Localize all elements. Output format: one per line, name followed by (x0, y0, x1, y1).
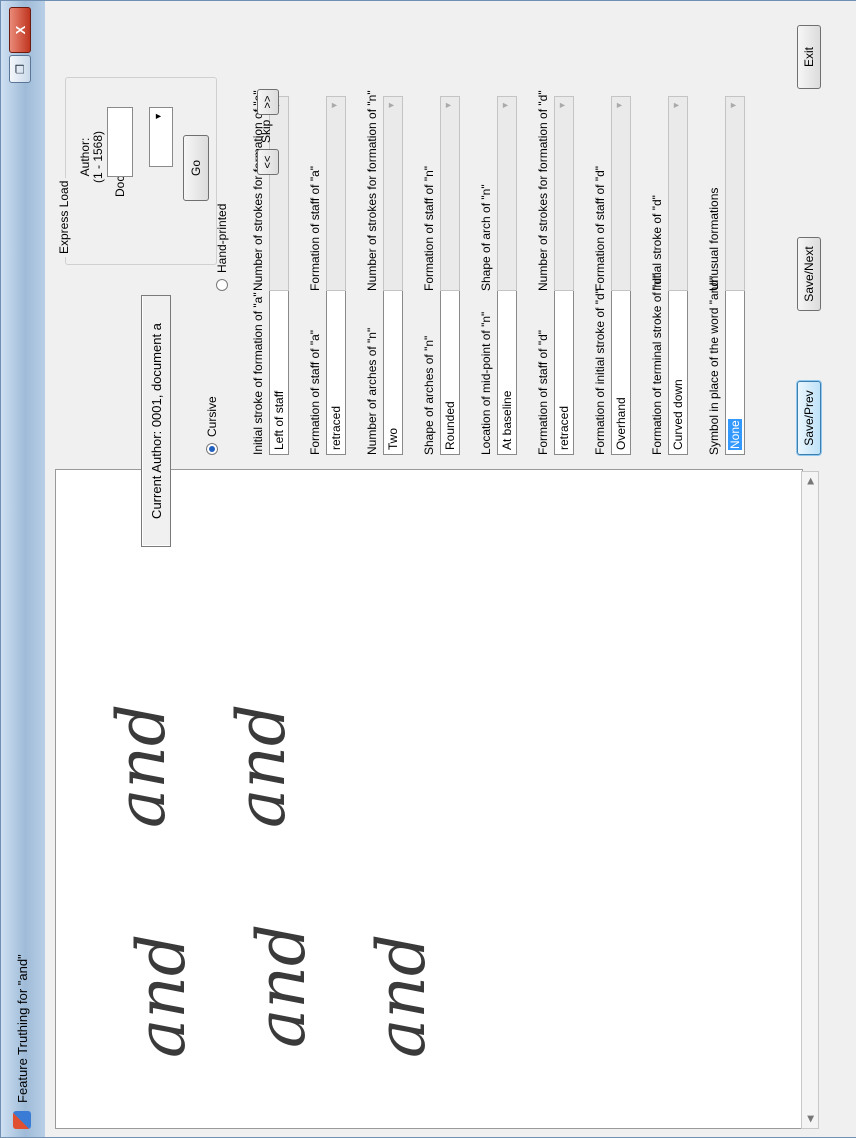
horizontal-scrollbar[interactable]: ◀ ▶ (801, 471, 819, 1129)
chevron-down-icon: ▼ (500, 101, 510, 110)
chevron-down-icon: ▼ (386, 101, 396, 110)
skip-label: Skip (259, 119, 273, 143)
cursive_fields-field-label: Number of arches of "n" (365, 327, 379, 455)
cursive_fields-field-label: Symbol in place of the word "and" (707, 275, 721, 455)
handprinted_fields-field-label: Number of strokes for formation of "n" (365, 90, 379, 291)
select-value: At baseline (500, 390, 514, 450)
handwriting-sample: and (123, 934, 200, 1058)
select-value: None (728, 419, 742, 450)
cursive_fields-field-label: Initial stroke of formation of "a" (251, 292, 265, 455)
maximize-button[interactable]: ❐ (9, 55, 31, 83)
handprinted_fields-field-label: Formation of staff of "a" (308, 165, 322, 291)
radio-selected-icon (206, 443, 218, 455)
save-prev-button[interactable]: Save/Prev (797, 381, 821, 455)
handwriting-sample: and (103, 704, 180, 828)
handwriting-sample: and (363, 934, 440, 1058)
next-button[interactable]: >> (257, 89, 279, 115)
chevron-down-icon: ▼ (671, 101, 681, 110)
cursive_fields-field-label: Formation of terminal stroke of "d" (650, 273, 664, 455)
author-range-text: (1 - 1568) (91, 130, 105, 183)
radio-unselected-icon (216, 279, 228, 291)
select-value: retraced (329, 405, 343, 450)
title-bar: Feature Truthing for "and" ❐ X (1, 1, 46, 1137)
handprinted_fields-field-select[interactable]: ▼ (383, 96, 403, 291)
app-icon (13, 1111, 31, 1129)
chevron-down-icon: ▼ (728, 101, 738, 110)
handwriting-sample: and (243, 924, 320, 1048)
chevron-down-icon: ▼ (614, 101, 624, 110)
handprinted_fields-field-select[interactable]: ▼ (326, 96, 346, 291)
handwriting-sample: and (223, 704, 300, 828)
handprinted_fields-field-label: Number of strokes for formation of "d" (536, 90, 550, 291)
chevron-down-icon: ▼ (557, 101, 567, 110)
scroll-right-icon[interactable]: ▶ (804, 474, 816, 488)
current-author-label: Current Author: 0001, document a (141, 295, 171, 547)
handprinted_fields-field-label: Formation of staff of "n" (422, 165, 436, 291)
author-input[interactable] (107, 107, 133, 177)
app-window: Feature Truthing for "and" ❐ X and and a… (0, 0, 856, 1138)
cursive_fields-field-label: Location of mid-point of "n" (479, 311, 493, 455)
handprinted_fields-field-label: Initial stroke of "d" (650, 195, 664, 291)
scroll-left-icon[interactable]: ◀ (804, 1112, 816, 1126)
chevron-down-icon: ▼ (329, 101, 339, 110)
select-value: Two (386, 427, 400, 450)
chevron-down-icon: ▼ (443, 101, 453, 110)
handprinted_fields-field-select[interactable]: ▼ (611, 96, 631, 291)
cursive-radio[interactable]: Cursive (205, 396, 219, 455)
cursive_fields-field-label: Formation of staff of "a" (308, 329, 322, 455)
handprinted_fields-field-select[interactable]: ▼ (440, 96, 460, 291)
select-value: retraced (557, 405, 571, 450)
maximize-icon: ❐ (14, 64, 27, 74)
cursive_fields-field-label: Shape of arches of "n" (422, 335, 436, 455)
handwriting-image: and and and and and (103, 704, 440, 1058)
previous-button[interactable]: << (257, 149, 279, 175)
handprinted-radio[interactable]: Hand-printed (215, 204, 229, 291)
handprinted-radio-label: Hand-printed (215, 203, 229, 273)
handprinted_fields-field-select[interactable]: ▼ (668, 96, 688, 291)
handprinted_fields-field-label: Unusual formations (707, 187, 721, 291)
save-next-button[interactable]: Save/Next (797, 237, 821, 311)
handwriting-image-pane: and and and and and (55, 469, 803, 1129)
handprinted_fields-field-select[interactable]: ▼ (497, 96, 517, 291)
express-load-title: Express Load (57, 177, 71, 257)
handprinted_fields-field-label: Formation of staff of "d" (593, 165, 607, 291)
exit-button[interactable]: Exit (797, 25, 821, 89)
client-area: and and and and and ◀ ▶ Current Author: … (45, 1, 856, 1137)
cursive_fields-field-label: Formation of initial stroke of "d" (593, 289, 607, 455)
author-label: Author: (1 - 1568) (78, 130, 105, 183)
doc-select[interactable]: ▼ (149, 107, 173, 167)
close-icon: X (12, 25, 28, 35)
handprinted_fields-field-label: Shape of arch of "n" (479, 184, 493, 291)
handprinted_fields-field-select[interactable]: ▼ (725, 96, 745, 291)
chevron-down-icon: ▼ (153, 112, 163, 121)
cursive_fields-field-label: Formation of staff of "d" (536, 329, 550, 455)
select-value: Left of staff (272, 390, 286, 450)
close-button[interactable]: X (9, 7, 31, 53)
window-title: Feature Truthing for "and" (15, 954, 30, 1103)
handprinted_fields-field-select[interactable]: ▼ (554, 96, 574, 291)
cursive-radio-label: Cursive (205, 396, 219, 437)
select-value: Curved down (671, 379, 685, 450)
go-button[interactable]: Go (183, 135, 209, 201)
select-value: Overhand (614, 397, 628, 450)
select-value: Rounded (443, 401, 457, 450)
screen: Feature Truthing for "and" ❐ X and and a… (0, 0, 856, 1138)
